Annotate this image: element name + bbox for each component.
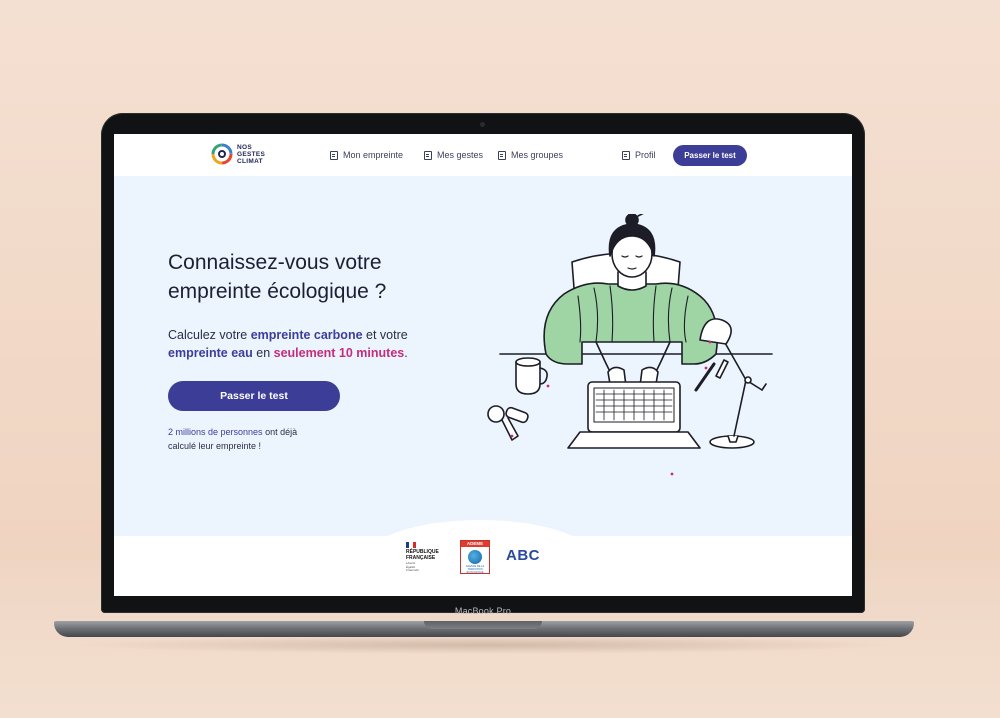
hero-title-line: Connaissez-vous votre: [168, 251, 382, 274]
ademe-foot: AGENCE DE LA TRANSITION ÉCOLOGIQUE: [465, 565, 485, 574]
french-flag-icon: [406, 542, 416, 548]
note-text: calculé leur empreinte !: [168, 441, 262, 451]
highlight-count: 2 millions de personnes: [168, 427, 263, 437]
republique-text: RÉPUBLIQUE FRANÇAISE: [406, 549, 439, 561]
highlight-duration: seulement 10 minutes: [273, 346, 405, 360]
document-icon: [498, 150, 506, 160]
nav-link-profil[interactable]: Profil: [622, 150, 656, 160]
document-icon: [424, 150, 432, 160]
republique-motto: Liberté Égalité Fraternité: [406, 561, 419, 572]
laptop-screen: NOS GESTES CLIMAT Mon empreinte Mes gest…: [114, 134, 852, 596]
nav-link-mes-gestes[interactable]: Mes gestes: [424, 150, 483, 160]
note-text: ont déjà: [262, 427, 298, 437]
partners-strip: RÉPUBLIQUE FRANÇAISE Liberté Égalité Fra…: [114, 536, 852, 596]
nav-link-label: Profil: [635, 150, 656, 160]
logo-icon: [211, 143, 233, 165]
nav-link-mon-empreinte[interactable]: Mon empreinte: [330, 150, 403, 160]
highlight-carbon: empreinte carbone: [250, 328, 363, 342]
nav-link-label: Mes groupes: [511, 150, 564, 160]
laptop-notch: [424, 621, 542, 629]
hero-subtitle: Calculez votre empreinte carbone et votr…: [168, 326, 468, 362]
nav-start-test-button[interactable]: Passer le test: [673, 145, 747, 166]
subtitle-text: Calculez votre: [168, 328, 251, 342]
webcam: [480, 122, 485, 127]
nav-link-mes-groupes[interactable]: Mes groupes: [498, 150, 563, 160]
ademe-label: ADEME: [461, 541, 489, 547]
globe-icon: [468, 550, 482, 564]
nav-link-label: Mon empreinte: [343, 150, 404, 160]
top-navigation: NOS GESTES CLIMAT Mon empreinte Mes gest…: [114, 134, 852, 176]
republique-francaise-logo[interactable]: RÉPUBLIQUE FRANÇAISE Liberté Égalité Fra…: [406, 542, 439, 573]
subtitle-text: .: [404, 346, 408, 360]
highlight-water: empreinte eau: [168, 346, 253, 360]
abc-logo[interactable]: ABC: [506, 547, 540, 564]
logo-text: NOS GESTES CLIMAT: [237, 143, 266, 165]
model-label: MacBook Pro: [454, 606, 512, 616]
hero-section: Connaissez-vous votre empreinte écologiq…: [114, 176, 852, 536]
subtitle-text: et votre: [362, 328, 408, 342]
hero-start-test-button[interactable]: Passer le test: [168, 381, 340, 411]
hero-title: Connaissez-vous votre empreinte écologiq…: [168, 248, 468, 306]
subtitle-text: en: [252, 346, 274, 360]
document-icon: [330, 150, 338, 160]
nav-link-label: Mes gestes: [437, 150, 484, 160]
logo[interactable]: NOS GESTES CLIMAT: [210, 142, 265, 166]
document-icon: [622, 150, 630, 160]
social-proof-note: 2 millions de personnes ont déjà calculé …: [168, 425, 368, 453]
laptop-shadow: [70, 636, 898, 654]
hero-title-line: empreinte écologique ?: [168, 280, 387, 303]
ademe-logo[interactable]: ADEME AGENCE DE LA TRANSITION ÉCOLOGIQUE: [460, 540, 490, 574]
woman-typing-illustration: [487, 214, 773, 476]
